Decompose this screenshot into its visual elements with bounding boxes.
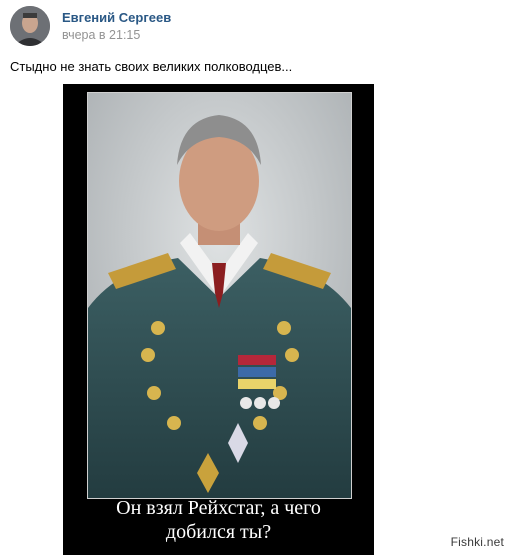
caption-line-1: Он взял Рейхстаг, а чего [116,497,321,519]
post-timestamp[interactable]: вчера в 21:15 [62,28,140,42]
avatar-image [10,6,50,46]
post-image[interactable]: Он взял Рейхстаг, а чего добился ты? [63,84,374,555]
avatar[interactable] [10,6,50,46]
caption-line-2: добился ты? [165,521,272,543]
post-text: Стыдно не знать своих великих полководце… [10,59,293,74]
watermark: Fishki.net [450,535,504,549]
image-caption: Он взял Рейхстаг, а чего добился ты? [63,496,374,544]
portrait-photo [87,92,352,499]
post: Евгений Сергеев вчера в 21:15 Стыдно не … [0,0,510,555]
author-name[interactable]: Евгений Сергеев [62,10,171,25]
